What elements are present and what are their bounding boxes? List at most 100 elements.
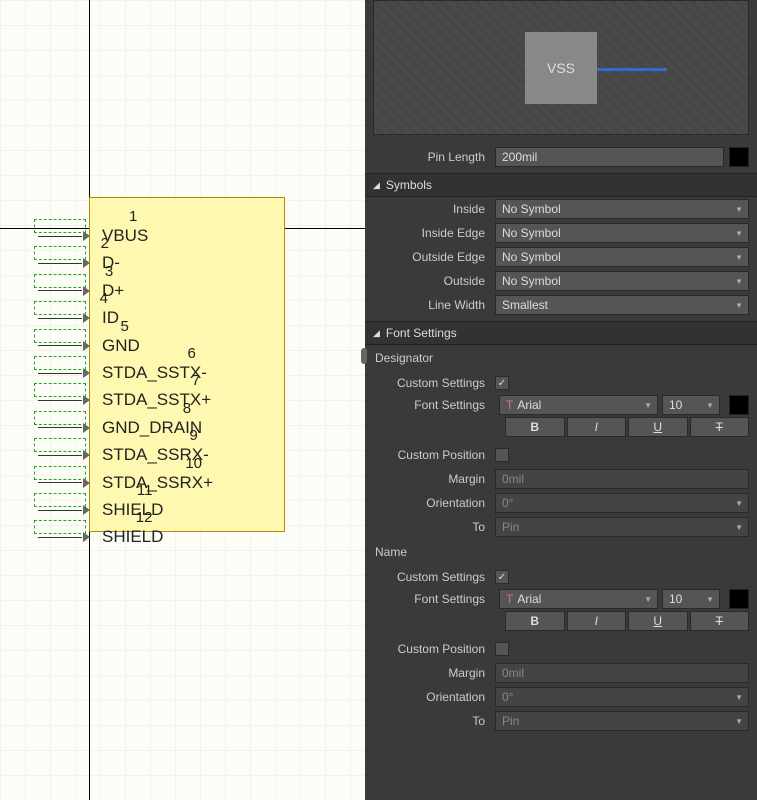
n-italic-button[interactable]: I [567,611,627,631]
preview-pin-wire [597,68,667,71]
pin-3[interactable]: 3D+ [38,281,124,301]
n-margin-input [495,663,749,683]
outside-edge-dropdown[interactable]: No Symbol [495,247,749,267]
pin-line [38,236,82,237]
n-custom-position-checkbox[interactable] [495,642,509,656]
pin-number: 7 [192,372,200,389]
n-font-name-dropdown[interactable]: TArial [499,589,658,609]
n-margin-label: Margin [365,666,495,680]
pin-line [38,318,82,319]
pin-number: 5 [120,318,128,335]
n-custom-position-label: Custom Position [365,642,495,656]
n-font-color-swatch[interactable] [729,589,749,609]
n-orientation-label: Orientation [365,690,495,704]
pin-line [38,510,82,511]
d-font-name-value: Arial [517,398,541,412]
pin-12[interactable]: 12SHIELD [38,527,163,547]
pin-selection-box [34,383,86,397]
d-font-color-swatch[interactable] [729,395,749,415]
n-font-size-dropdown[interactable]: 10 [662,589,720,609]
pin-selection-box [34,246,86,260]
pin-line [38,427,82,428]
pin-number: 10 [185,455,202,472]
pin-selection-box [34,493,86,507]
pin-9[interactable]: 9STDA_SSRX- [38,445,209,465]
d-font-size-dropdown[interactable]: 10 [662,395,720,415]
d-custom-settings-checkbox[interactable]: ✓ [495,376,509,390]
pin-label: SHIELD [102,527,163,547]
pin-line [38,263,82,264]
pin-number: 3 [105,263,113,280]
pin-selection-box [34,411,86,425]
pin-line [38,345,82,346]
n-font-name-value: Arial [517,592,541,606]
schematic-canvas[interactable]: 1VBUS2D-3D+4ID5GND6STDA_SSTX-7STDA_SSTX+… [0,0,365,800]
pin-selection-box [34,356,86,370]
pin-label: GND_DRAIN [102,418,202,438]
n-underline-button[interactable]: U [628,611,688,631]
d-custom-position-checkbox[interactable] [495,448,509,462]
d-orientation-label: Orientation [365,496,495,510]
pin-6[interactable]: 6STDA_SSTX- [38,363,207,383]
pin-line [38,482,82,483]
pin-number: 6 [188,345,196,362]
pin-selection-box [34,466,86,480]
n-orientation-dropdown: 0° [495,687,749,707]
pin-number: 1 [129,208,137,225]
inside-label: Inside [365,202,495,216]
d-font-name-dropdown[interactable]: TArial [499,395,658,415]
pin-line [38,373,82,374]
n-bold-button[interactable]: B [505,611,565,631]
pin-line [38,400,82,401]
d-margin-label: Margin [365,472,495,486]
n-to-dropdown: Pin [495,711,749,731]
pin-number: 9 [189,427,197,444]
pin-length-input[interactable] [495,147,724,167]
pin-preview: VSS [373,0,749,135]
canvas-scroll-nub[interactable] [361,348,367,364]
pin-selection-box [34,520,86,534]
section-font[interactable]: Font Settings [365,321,757,345]
d-italic-button[interactable]: I [567,417,627,437]
d-to-dropdown: Pin [495,517,749,537]
pin-label: ID [102,308,119,328]
pin-label: SHIELD [102,500,163,520]
d-to-label: To [365,520,495,534]
schematic-component[interactable]: 1VBUS2D-3D+4ID5GND6STDA_SSTX-7STDA_SSTX+… [89,197,285,532]
pin-length-label: Pin Length [365,150,495,164]
outside-dropdown[interactable]: No Symbol [495,271,749,291]
pin-label: STDA_SSRX+ [102,473,213,493]
pin-color-swatch[interactable] [729,147,749,167]
pin-1[interactable]: 1VBUS [38,226,148,246]
pin-selection-box [34,274,86,288]
d-font-settings-label: Font Settings [365,398,495,412]
pin-5[interactable]: 5GND [38,336,140,356]
pin-4[interactable]: 4ID [38,308,119,328]
d-underline-button[interactable]: U [628,417,688,437]
line-width-dropdown[interactable]: Smallest [495,295,749,315]
preview-chip: VSS [525,32,597,104]
pin-10[interactable]: 10STDA_SSRX+ [38,473,213,493]
pin-number: 2 [101,235,109,252]
n-strike-button[interactable]: T [690,611,750,631]
pin-line [38,537,82,538]
pin-number: 12 [136,509,153,526]
designator-heading: Designator [365,345,757,371]
d-strike-button[interactable]: T [690,417,750,437]
inside-edge-label: Inside Edge [365,226,495,240]
d-bold-button[interactable]: B [505,417,565,437]
inside-edge-dropdown[interactable]: No Symbol [495,223,749,243]
line-width-label: Line Width [365,298,495,312]
pin-number: 11 [137,482,153,499]
pin-selection-box [34,438,86,452]
pin-8[interactable]: 8GND_DRAIN [38,418,202,438]
pin-selection-box [34,301,86,315]
pin-line [38,290,82,291]
pin-number: 8 [183,400,191,417]
d-orientation-dropdown: 0° [495,493,749,513]
pin-number: 4 [100,290,108,307]
n-custom-settings-checkbox[interactable]: ✓ [495,570,509,584]
d-margin-input [495,469,749,489]
inside-dropdown[interactable]: No Symbol [495,199,749,219]
section-symbols[interactable]: Symbols [365,173,757,197]
